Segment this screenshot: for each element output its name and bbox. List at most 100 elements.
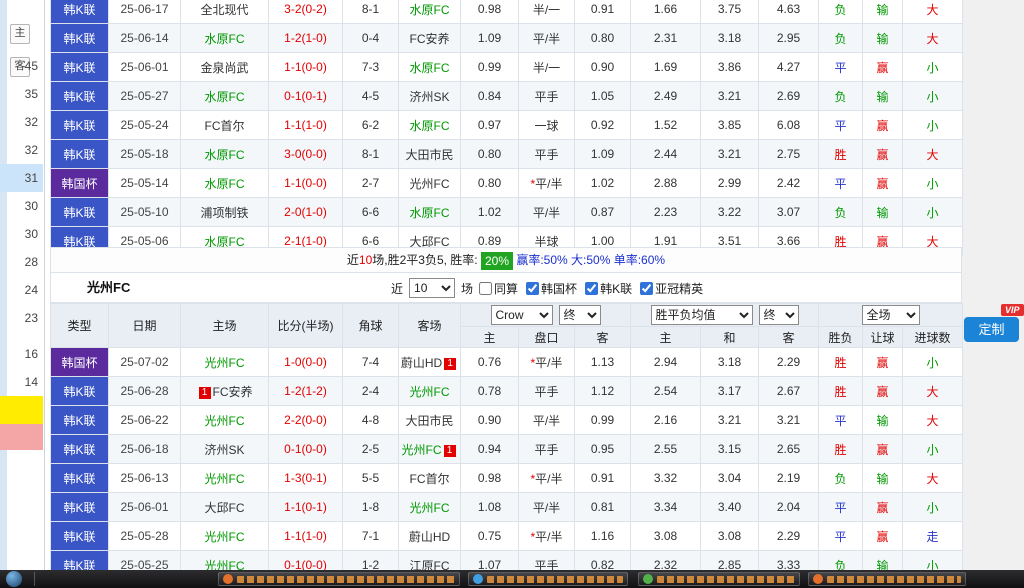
result-goals: 走 xyxy=(903,522,963,551)
team-name[interactable]: 金泉尚武 xyxy=(181,53,269,82)
team-name[interactable]: 水原FC xyxy=(399,53,461,82)
team-name[interactable]: FC首尔 xyxy=(181,111,269,140)
match-row: 韩K联25-05-24FC首尔1-1(1-0)6-2水原FC0.97一球0.92… xyxy=(51,111,963,140)
result-wdl: 胜 xyxy=(819,377,863,406)
team-name[interactable]: 浦项制铁 xyxy=(181,198,269,227)
team-name[interactable]: 大邱FC xyxy=(181,493,269,522)
rail-row-number[interactable]: 32 xyxy=(4,136,42,164)
team-name[interactable]: 济州SK xyxy=(399,82,461,111)
europe-avg-select[interactable]: 胜平负均值 xyxy=(651,305,753,325)
rail-row-number[interactable]: 23 xyxy=(4,304,42,332)
rail-row-number[interactable]: 24 xyxy=(4,276,42,304)
checkbox-same-calc[interactable] xyxy=(479,282,492,295)
corners: 7-4 xyxy=(343,348,399,377)
match-date: 25-07-02 xyxy=(109,348,181,377)
rail-row-number[interactable]: 14 xyxy=(4,368,42,396)
checkbox-korea-cup[interactable] xyxy=(526,282,539,295)
home-toggle-button[interactable]: 主 xyxy=(10,24,30,44)
team-name[interactable]: FC安养 xyxy=(399,24,461,53)
rail-row-number[interactable]: 32 xyxy=(4,108,42,136)
team-name[interactable]: 水原FC xyxy=(181,169,269,198)
team-name[interactable]: 蔚山HD1 xyxy=(399,348,461,377)
start-button[interactable] xyxy=(6,571,22,587)
result-goals: 大 xyxy=(903,406,963,435)
checkbox-k-league[interactable] xyxy=(585,282,598,295)
result-handicap: 赢 xyxy=(863,140,903,169)
score: 3-2(0-2) xyxy=(269,0,343,24)
league-badge: 韩K联 xyxy=(51,24,109,53)
rail-row-number[interactable]: 45 xyxy=(4,52,42,80)
team-name[interactable]: FC首尔 xyxy=(399,464,461,493)
asian-handicap: 半/一 xyxy=(519,53,575,82)
rail-row-number[interactable]: 16 xyxy=(4,340,42,368)
euro-draw-odds: 3.08 xyxy=(701,522,759,551)
customize-button[interactable]: 定制 xyxy=(964,317,1019,342)
team-name[interactable]: 全北现代 xyxy=(181,0,269,24)
asia-away-odds: 0.95 xyxy=(575,435,631,464)
league-badge: 韩K联 xyxy=(51,0,109,24)
rail-row-number[interactable]: 31 xyxy=(4,164,42,192)
rail-row-number[interactable]: 30 xyxy=(4,220,42,248)
team-name[interactable]: 光州FC xyxy=(399,169,461,198)
asian-handicap: 平手 xyxy=(519,140,575,169)
score: 2-2(0-0) xyxy=(269,406,343,435)
team-name[interactable]: 水原FC xyxy=(399,198,461,227)
europe-odds-controls: 胜平负均值终 xyxy=(631,304,819,327)
euro-draw-odds: 3.85 xyxy=(701,111,759,140)
team-name[interactable]: 光州FC xyxy=(181,348,269,377)
team-name[interactable]: 济州SK xyxy=(181,435,269,464)
taskbar-window-button[interactable] xyxy=(218,572,460,586)
odds-source-select[interactable]: Crow xyxy=(491,305,553,325)
asia-home-odds: 0.97 xyxy=(461,111,519,140)
result-wdl: 平 xyxy=(819,522,863,551)
asia-away-odds: 0.80 xyxy=(575,24,631,53)
filter-korea-cup[interactable]: 韩国杯 xyxy=(526,280,577,297)
europe-time-select[interactable]: 终 xyxy=(759,305,799,325)
team-name[interactable]: 水原FC xyxy=(399,0,461,24)
asia-away-odds: 1.02 xyxy=(575,169,631,198)
team-name[interactable]: 光州FC xyxy=(399,377,461,406)
team-name[interactable]: 光州FC1 xyxy=(399,435,461,464)
team-name[interactable]: 水原FC xyxy=(181,140,269,169)
team-name[interactable]: 光州FC xyxy=(181,464,269,493)
team-name[interactable]: 光州FC xyxy=(181,406,269,435)
scope-select[interactable]: 全场 xyxy=(862,305,920,325)
col-header-handicap-result: 让球 xyxy=(863,327,903,348)
rail-row-number[interactable]: 30 xyxy=(4,192,42,220)
team-name[interactable]: 蔚山HD xyxy=(399,522,461,551)
team-name[interactable]: 大田市民 xyxy=(399,406,461,435)
team-name[interactable]: 1FC安养 xyxy=(181,377,269,406)
taskbar-window-button[interactable] xyxy=(468,572,628,586)
result-wdl: 胜 xyxy=(819,435,863,464)
checkbox-acl-elite[interactable] xyxy=(640,282,653,295)
asian-handicap: *平/半 xyxy=(519,522,575,551)
result-goals: 大 xyxy=(903,24,963,53)
recent-count-select[interactable]: 10 xyxy=(409,278,455,298)
rail-pink-cell[interactable] xyxy=(0,424,43,450)
taskbar-window-button[interactable] xyxy=(638,572,800,586)
col-header-home: 主场 xyxy=(181,304,269,348)
scope-controls: 全场 xyxy=(819,304,963,327)
team-name[interactable]: 水原FC xyxy=(399,111,461,140)
rail-row-number[interactable]: 35 xyxy=(4,80,42,108)
filter-acl-elite[interactable]: 亚冠精英 xyxy=(640,280,703,297)
match-row: 韩国杯25-05-14水原FC1-1(0-0)2-7光州FC0.80*平/半1.… xyxy=(51,169,963,198)
rail-row-number[interactable]: 28 xyxy=(4,248,42,276)
team-name[interactable]: 光州FC xyxy=(181,522,269,551)
filter-same-calc[interactable]: 同算 xyxy=(479,280,518,297)
rail-yellow-cell[interactable] xyxy=(0,396,43,424)
result-goals: 小 xyxy=(903,198,963,227)
taskbar-window-button[interactable] xyxy=(808,572,966,586)
filter-label-acl-elite: 亚冠精英 xyxy=(655,280,703,297)
team-name[interactable]: 光州FC xyxy=(399,493,461,522)
odds-time-select[interactable]: 终 xyxy=(559,305,601,325)
filter-k-league[interactable]: 韩K联 xyxy=(585,280,632,297)
euro-home-odds: 3.34 xyxy=(631,493,701,522)
match-date: 25-06-01 xyxy=(109,53,181,82)
score: 0-1(0-0) xyxy=(269,435,343,464)
asia-away-odds: 0.87 xyxy=(575,198,631,227)
team-name[interactable]: 水原FC xyxy=(181,82,269,111)
team-name[interactable]: 水原FC xyxy=(181,24,269,53)
match-date: 25-06-18 xyxy=(109,435,181,464)
team-name[interactable]: 大田市民 xyxy=(399,140,461,169)
